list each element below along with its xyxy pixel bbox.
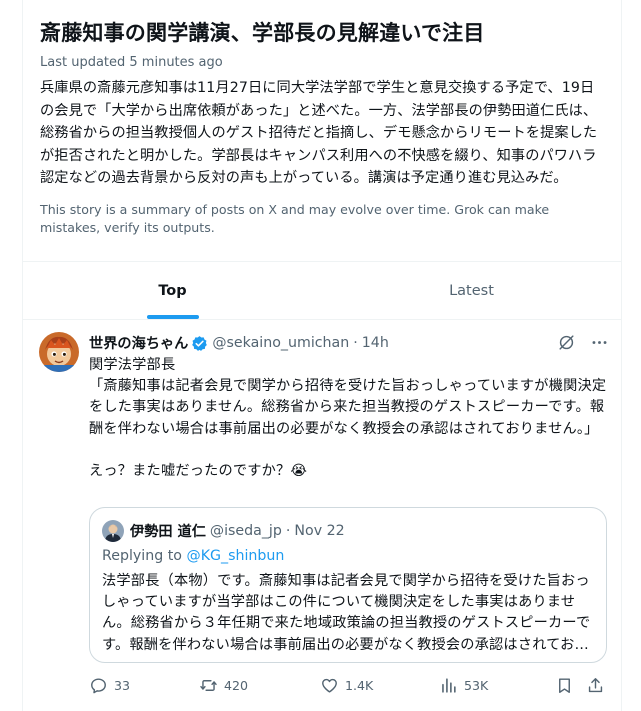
tab-latest-label: Latest	[449, 282, 494, 299]
views-button[interactable]: 53K	[439, 676, 488, 695]
replying-to-mention[interactable]: @KG_shinbun	[187, 548, 285, 564]
bookmark-button[interactable]	[555, 676, 574, 695]
author-name[interactable]: 世界の海ちゃん	[89, 333, 188, 353]
reply-count: 33	[114, 678, 131, 693]
tab-latest[interactable]: Latest	[322, 262, 621, 319]
post-header-actions	[557, 333, 609, 352]
more-icon[interactable]	[590, 333, 609, 352]
reply-button[interactable]: 33	[89, 676, 130, 695]
like-count: 1.4K	[345, 678, 374, 693]
story-summary: 兵庫県の斎藤元彦知事は11月27日に同大学法学部で学生と意見交換する予定で、19…	[40, 80, 598, 186]
repost-button[interactable]: 420	[199, 676, 248, 695]
post-time[interactable]: 14h	[362, 335, 389, 351]
quoted-author-name[interactable]: 伊勢田 道仁	[130, 521, 206, 541]
post[interactable]: 世界の海ちゃん @sekaino_umichan · 14h 関学法学部長 「斎…	[23, 320, 621, 711]
quoted-post[interactable]: 伊勢田 道仁 @iseda_jp · Nov 22 Replying to @K…	[89, 507, 607, 663]
tab-bar: Top Latest	[23, 262, 621, 319]
tab-top[interactable]: Top	[23, 262, 322, 319]
grok-icon[interactable]	[557, 333, 576, 352]
replying-to: Replying to @KG_shinbun	[102, 548, 284, 564]
verified-badge-icon	[192, 335, 208, 351]
like-button[interactable]: 1.4K	[320, 676, 373, 695]
avatar[interactable]	[39, 332, 79, 372]
author-handle[interactable]: @sekaino_umichan	[212, 335, 349, 351]
views-icon	[442, 678, 456, 693]
post-text: 関学法学部長 「斎藤知事は記者会見で関学から招待を受けた旨おっしゃっていますが機…	[89, 357, 607, 480]
quoted-post-date: Nov 22	[294, 523, 345, 539]
separator-dot: ·	[353, 335, 358, 351]
quoted-post-text: 法学部長（本物）です。斎藤知事は記者会見で関学から招待を受けた旨おっしゃっていま…	[102, 573, 591, 653]
separator-dot: ·	[285, 523, 291, 539]
story-updated: Last updated 5 minutes ago	[40, 55, 223, 70]
share-button[interactable]	[586, 676, 605, 695]
quoted-avatar	[102, 520, 124, 542]
share-icon	[588, 678, 603, 693]
post-actions: 33 420 1.4K 53K	[89, 676, 609, 698]
post-header: 世界の海ちゃん @sekaino_umichan · 14h	[89, 333, 609, 353]
heart-icon	[322, 678, 337, 693]
story-panel: 斎藤知事の関学講演、学部長の見解違いで注目 Last updated 5 min…	[40, 18, 600, 237]
quoted-author-handle[interactable]: @iseda_jp	[210, 523, 282, 539]
repost-icon	[200, 680, 217, 691]
reply-icon	[91, 678, 106, 694]
tab-top-label: Top	[158, 282, 187, 299]
story-title: 斎藤知事の関学講演、学部長の見解違いで注目	[40, 21, 485, 45]
bookmark-icon	[559, 678, 570, 693]
repost-count: 420	[224, 678, 249, 693]
replying-to-prefix: Replying to	[102, 548, 187, 564]
quoted-post-header: 伊勢田 道仁 @iseda_jp · Nov 22	[102, 520, 345, 542]
views-count: 53K	[464, 678, 489, 693]
story-disclaimer: This story is a summary of posts on X an…	[40, 201, 550, 235]
